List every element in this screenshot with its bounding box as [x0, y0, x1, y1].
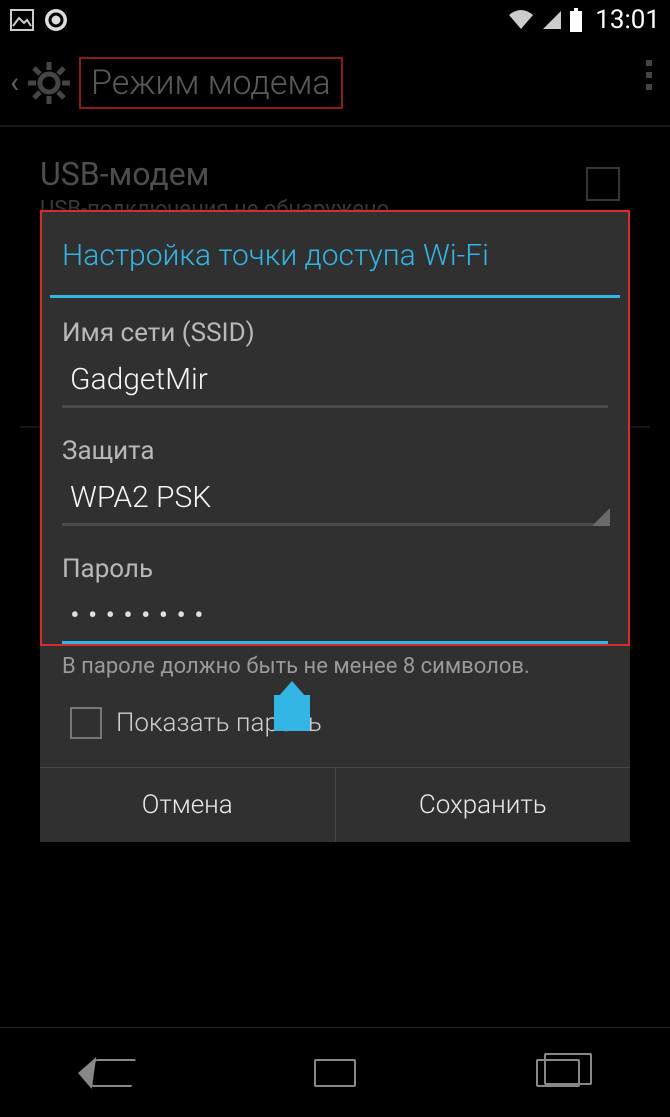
ssid-input[interactable]: GadgetMir [62, 352, 608, 408]
password-hint: В пароле должно быть не менее 8 символов… [40, 646, 630, 683]
show-password-checkbox[interactable] [70, 707, 102, 739]
dropdown-corner-icon [592, 508, 610, 526]
security-spinner[interactable]: WPA2 PSK [62, 470, 608, 526]
status-right-icons: 13:01 [507, 5, 660, 35]
status-bar: 13:01 [0, 0, 670, 40]
picture-icon [10, 9, 34, 31]
security-field-section: Защита WPA2 PSK [42, 416, 628, 534]
nav-home-button[interactable] [280, 1053, 390, 1093]
show-password-row[interactable]: Показать пароль [40, 683, 630, 767]
home-nav-icon [314, 1059, 356, 1087]
dialog-highlight-annotation: Настройка точки доступа Wi-Fi Имя сети (… [40, 210, 630, 646]
cancel-button[interactable]: Отмена [40, 768, 336, 842]
signal-icon [541, 9, 563, 31]
password-masked-value: •••••••• [70, 598, 212, 633]
status-left-icons [10, 8, 68, 32]
wifi-icon [507, 9, 535, 31]
save-button[interactable]: Сохранить [336, 768, 631, 842]
password-input[interactable]: •••••••• [62, 588, 608, 644]
recent-nav-icon [536, 1059, 580, 1087]
password-label: Пароль [62, 554, 608, 584]
dialog-title: Настройка точки доступа Wi-Fi [42, 212, 628, 295]
app-circle-icon [44, 8, 68, 32]
security-value: WPA2 PSK [70, 480, 211, 515]
clock-text: 13:01 [595, 5, 660, 35]
nav-back-button[interactable] [57, 1053, 167, 1093]
back-nav-icon [88, 1059, 136, 1087]
ssid-value: GadgetMir [70, 362, 208, 397]
dialog-button-bar: Отмена Сохранить [40, 767, 630, 842]
navigation-bar [0, 1027, 670, 1117]
password-field-section: Пароль •••••••• [42, 534, 628, 644]
battery-icon [569, 8, 583, 32]
security-label: Защита [62, 436, 608, 466]
ssid-field-section: Имя сети (SSID) GadgetMir [42, 298, 628, 416]
ssid-label: Имя сети (SSID) [62, 318, 608, 348]
wifi-hotspot-dialog: Настройка точки доступа Wi-Fi Имя сети (… [40, 210, 630, 842]
nav-recent-button[interactable] [503, 1053, 613, 1093]
